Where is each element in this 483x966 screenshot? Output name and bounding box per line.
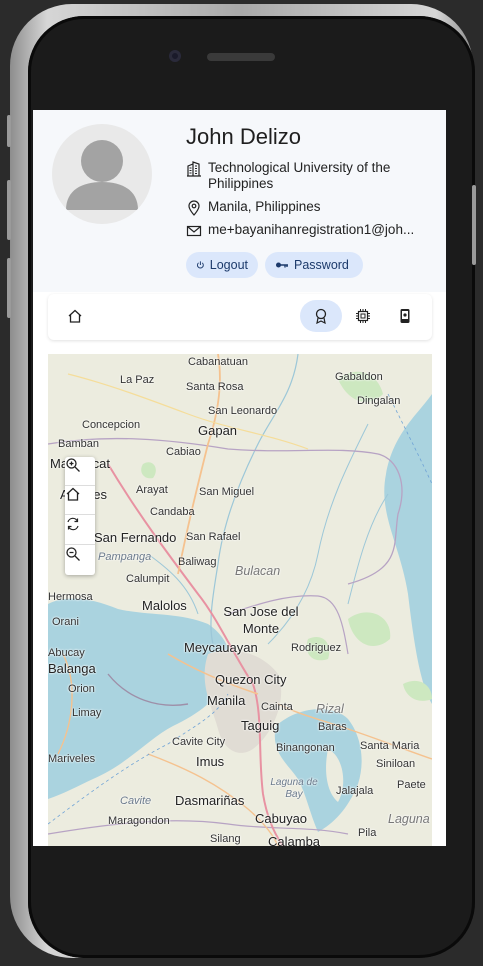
map-home-button[interactable] bbox=[65, 486, 95, 515]
map-label: Taguig bbox=[241, 718, 280, 733]
map-label: Meycauayan bbox=[184, 640, 258, 655]
map-label: Pampanga bbox=[98, 551, 152, 563]
power-icon bbox=[196, 261, 204, 269]
zoom-out-button[interactable] bbox=[65, 546, 95, 575]
map-label: Cainta bbox=[261, 701, 293, 713]
map-label: Gabaldon bbox=[335, 371, 383, 383]
map-label: Siniloan bbox=[376, 758, 416, 770]
map-label: San Fernando bbox=[94, 530, 177, 545]
map-label: Pila bbox=[358, 827, 377, 839]
logout-button[interactable]: Logout bbox=[186, 252, 258, 278]
map-label: Concepcion bbox=[82, 419, 141, 431]
map-label: San Leonardo bbox=[208, 405, 278, 417]
map-label: Dasmariñas bbox=[175, 793, 245, 808]
profile-card: John Delizo Technological University of … bbox=[33, 110, 446, 292]
map-label: Calamba bbox=[268, 834, 321, 846]
map-label: Manila bbox=[207, 693, 246, 708]
university-row: Technological University of the Philippi… bbox=[186, 160, 436, 192]
map-label: Silang bbox=[210, 833, 241, 845]
map-refresh-button[interactable] bbox=[65, 516, 95, 545]
envelope-icon bbox=[186, 225, 202, 237]
map-label: Cabiao bbox=[166, 446, 201, 458]
user-name: John Delizo bbox=[186, 124, 301, 149]
map-label: Bamban bbox=[58, 438, 99, 450]
map-label: Jalajala bbox=[336, 785, 374, 797]
map-label: Gapan bbox=[198, 423, 238, 438]
map-label: Candaba bbox=[150, 506, 195, 518]
map-label: Imus bbox=[196, 754, 225, 769]
location-text: Manila, Philippines bbox=[208, 199, 321, 214]
email-row: me+bayanihanregistration1@joh... bbox=[186, 222, 436, 239]
map-label: Arayat bbox=[136, 484, 168, 496]
map-label: Balanga bbox=[48, 661, 96, 676]
app-screen: John Delizo Technological University of … bbox=[33, 110, 446, 846]
map-label: Dingalan bbox=[357, 395, 401, 407]
map-label: Rodriguez bbox=[291, 642, 342, 654]
map-label: Mariveles bbox=[48, 753, 96, 765]
password-button[interactable]: Password bbox=[265, 252, 363, 278]
earpiece-speaker bbox=[207, 53, 275, 61]
map-label: Calumpit bbox=[126, 573, 170, 585]
user-silhouette-icon bbox=[66, 140, 138, 210]
logout-label: Logout bbox=[209, 258, 248, 272]
map-label: San Rafael bbox=[186, 531, 241, 543]
map-label: Abucay bbox=[48, 647, 85, 659]
volume-down-button bbox=[7, 258, 11, 318]
map-label: Rizal bbox=[316, 702, 344, 716]
map-label: Hermosa bbox=[48, 591, 93, 603]
map-label: Cavite bbox=[120, 795, 152, 807]
university-text: Technological University of the Philippi… bbox=[208, 160, 391, 191]
map-label: Laguna de Bay bbox=[270, 777, 318, 800]
map-pin-icon bbox=[188, 200, 200, 216]
nav-device-button[interactable] bbox=[384, 300, 426, 332]
map-label: Quezon City bbox=[215, 672, 287, 687]
map-label: Binangonan bbox=[276, 742, 335, 754]
mute-switch bbox=[7, 115, 11, 147]
device-icon bbox=[400, 309, 410, 323]
map-label: Cavite City bbox=[172, 736, 226, 748]
power-button bbox=[472, 185, 476, 265]
map-label: Santa Maria bbox=[360, 740, 420, 752]
map-label: Baliwag bbox=[178, 556, 217, 568]
map-label: Limay bbox=[72, 707, 102, 719]
avatar bbox=[52, 124, 152, 224]
map-label: Laguna bbox=[388, 812, 430, 826]
nav-chip-button[interactable] bbox=[342, 300, 384, 332]
map-label: Paete bbox=[397, 779, 426, 791]
refresh-icon bbox=[67, 517, 79, 531]
map-label: Cabuyao bbox=[255, 811, 308, 826]
key-icon bbox=[276, 262, 288, 268]
zoom-in-button[interactable] bbox=[65, 457, 95, 486]
zoom-out-icon bbox=[66, 547, 80, 561]
map-label: Orani bbox=[52, 616, 79, 628]
map-label: Cabanatuan bbox=[188, 356, 248, 368]
bottom-nav bbox=[48, 294, 432, 340]
map-view[interactable]: Cabanatuan Gabaldon La Paz Santa Rosa Di… bbox=[48, 354, 432, 846]
chip-icon bbox=[356, 309, 370, 323]
map-label: Malolos bbox=[142, 598, 187, 613]
map-label: Santa Rosa bbox=[186, 381, 244, 393]
home-icon bbox=[66, 487, 80, 501]
map-label: San Jose del Monte bbox=[223, 604, 299, 636]
volume-up-button bbox=[7, 180, 11, 240]
front-camera bbox=[169, 50, 181, 62]
location-row: Manila, Philippines bbox=[186, 199, 436, 216]
zoom-in-icon bbox=[66, 458, 80, 472]
map-label: Baras bbox=[318, 721, 347, 733]
map-label: Maragondon bbox=[108, 815, 170, 827]
map-label: San Miguel bbox=[199, 486, 255, 498]
map-label: La Paz bbox=[120, 374, 155, 386]
map-controls bbox=[65, 457, 95, 575]
building-icon bbox=[187, 161, 201, 177]
map-label: Bulacan bbox=[235, 564, 281, 578]
nav-home-button[interactable] bbox=[54, 300, 96, 332]
map-label: Orion bbox=[68, 683, 95, 695]
badge-icon bbox=[315, 308, 327, 324]
home-icon bbox=[68, 309, 82, 323]
email-text: me+bayanihanregistration1@joh... bbox=[208, 222, 415, 237]
nav-badge-button[interactable] bbox=[300, 300, 342, 332]
password-label: Password bbox=[294, 258, 349, 272]
